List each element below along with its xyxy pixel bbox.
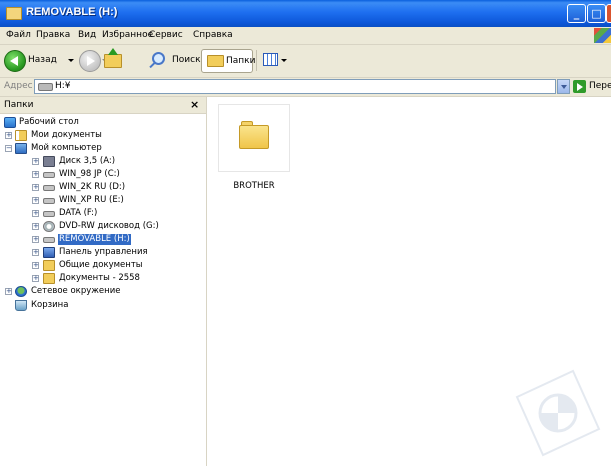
tree-label: WIN_XP RU (E:)	[59, 195, 124, 205]
folders-label: Папки	[226, 56, 256, 66]
my-computer-icon	[15, 143, 27, 154]
windows-watermark-icon	[515, 369, 601, 457]
expand-icon[interactable]: +	[32, 249, 39, 256]
collapse-icon[interactable]: −	[5, 145, 12, 152]
control-panel-icon	[43, 247, 55, 258]
folder-icon	[239, 125, 269, 149]
search-label: Поиск	[172, 55, 201, 65]
go-button[interactable]: Переход	[589, 81, 611, 91]
expand-icon[interactable]: +	[32, 275, 39, 282]
menu-view[interactable]: Вид	[78, 30, 96, 40]
tree-label: Корзина	[31, 300, 69, 310]
back-dropdown-icon[interactable]	[68, 59, 74, 62]
expand-icon[interactable]: +	[32, 236, 39, 243]
minimize-button[interactable]: _	[567, 4, 586, 23]
tree-label: Общие документы	[59, 260, 143, 270]
hard-drive-icon	[43, 185, 55, 191]
folders-icon	[207, 55, 224, 67]
address-label: Адрес	[4, 81, 33, 91]
address-dropdown-button[interactable]	[557, 79, 570, 94]
address-bar: Адрес H:¥ Переход	[0, 78, 611, 97]
menu-edit[interactable]: Правка	[36, 30, 70, 40]
tree-label: Документы - 2558	[59, 273, 140, 283]
expand-icon[interactable]: +	[5, 132, 12, 139]
dvd-drive-icon	[43, 221, 55, 232]
expand-icon[interactable]: +	[32, 158, 39, 165]
tree-label: WIN_2K RU (D:)	[59, 182, 126, 192]
windows-logo-icon	[594, 28, 611, 43]
shared-documents-icon	[43, 260, 55, 271]
maximize-button[interactable]: □	[587, 4, 606, 23]
views-dropdown-icon[interactable]	[281, 59, 287, 62]
tree-label: Диск 3,5 (A:)	[59, 156, 116, 166]
menu-tools[interactable]: Сервис	[149, 30, 183, 40]
address-input[interactable]: H:¥	[34, 79, 556, 94]
expand-icon[interactable]: +	[32, 197, 39, 204]
my-documents-icon	[15, 130, 27, 141]
network-places-icon	[15, 286, 27, 297]
desktop-icon	[4, 117, 16, 128]
folders-pane-title: Папки	[4, 100, 34, 110]
tree-label: Панель управления	[59, 247, 148, 257]
menu-help[interactable]: Справка	[193, 30, 233, 40]
menu-favorites[interactable]: Избранное	[102, 30, 153, 40]
hard-drive-icon	[43, 172, 55, 178]
tree-label: Мои документы	[31, 130, 102, 140]
hard-drive-icon	[43, 211, 55, 217]
tree-label: Рабочий стол	[19, 117, 79, 127]
go-arrow-icon[interactable]	[573, 80, 586, 93]
close-pane-icon[interactable]: ×	[190, 98, 199, 111]
window-title: REMOVABLE (H:)	[26, 6, 118, 18]
views-icon[interactable]	[263, 53, 278, 66]
tree-label: Мой компьютер	[31, 143, 102, 153]
floppy-drive-icon	[43, 156, 55, 167]
tree-label-selected: REMOVABLE (H:)	[58, 234, 131, 245]
forward-button[interactable]	[79, 50, 101, 72]
file-item-label[interactable]: BROTHER	[219, 181, 289, 191]
file-view[interactable]: BROTHER	[207, 97, 611, 466]
back-label: Назад	[28, 55, 57, 65]
removable-drive-icon	[43, 237, 55, 243]
back-arrow-icon	[4, 50, 26, 72]
user-documents-icon	[43, 273, 55, 284]
tree-label: WIN_98 JP (C:)	[59, 169, 120, 179]
window-folder-icon	[6, 7, 22, 20]
recycle-bin-icon	[15, 300, 27, 311]
toolbar-separator	[256, 50, 257, 71]
expand-icon[interactable]: +	[32, 223, 39, 230]
up-folder-icon	[104, 54, 122, 68]
tree-label: Сетевое окружение	[31, 286, 121, 296]
hard-drive-icon	[43, 198, 55, 204]
close-button[interactable]	[606, 4, 611, 23]
tree-label: DATA (F:)	[59, 208, 98, 218]
toolbar: Назад Поиск Папки	[0, 45, 611, 78]
expand-icon[interactable]: +	[32, 262, 39, 269]
back-button[interactable]: Назад	[4, 50, 57, 72]
file-item-brother[interactable]	[218, 104, 290, 172]
menu-file[interactable]: Файл	[6, 30, 31, 40]
expand-icon[interactable]: +	[5, 288, 12, 295]
title-bar[interactable]: REMOVABLE (H:) _ □	[0, 0, 611, 27]
folders-button[interactable]: Папки	[201, 49, 256, 73]
expand-icon[interactable]: +	[32, 210, 39, 217]
address-value: H:¥	[55, 81, 71, 91]
tree-label: DVD-RW дисковод (G:)	[59, 221, 159, 231]
expand-icon[interactable]: +	[32, 171, 39, 178]
expand-icon[interactable]: +	[32, 184, 39, 191]
drive-icon	[38, 83, 53, 91]
folders-pane-header: Папки ×	[0, 97, 206, 114]
menu-bar: Файл Правка Вид Избранное Сервис Справка	[0, 27, 611, 45]
folders-pane: Папки × Рабочий стол + Мои документы − М…	[0, 97, 207, 466]
